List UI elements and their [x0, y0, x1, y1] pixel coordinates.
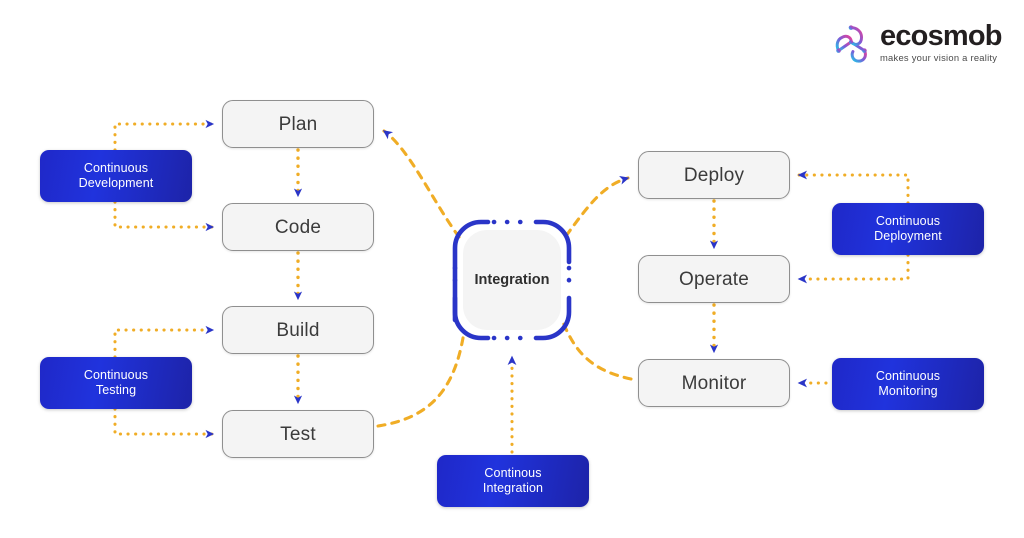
practice-label-continuous-testing: Continuous Testing	[83, 368, 149, 397]
connector-test-to-hub	[376, 330, 466, 428]
stage-label-code: Code	[274, 216, 322, 238]
connector-ctest-to-test	[113, 407, 215, 439]
practice-chip-continous-integration[interactable]: Continous Integration	[437, 455, 589, 507]
stage-label-monitor: Monitor	[681, 372, 747, 394]
brand-name: ecosmob	[880, 19, 1003, 52]
practice-chip-continuous-testing[interactable]: Continuous Testing	[40, 357, 192, 409]
brand-tagline: makes your vision a reality	[880, 51, 998, 63]
brand-logo-text: ecosmob makes your vision a reality	[880, 19, 1003, 64]
connector-cdev-to-code	[113, 200, 215, 232]
stage-label-plan: Plan	[278, 113, 318, 135]
practice-label-continuous-development: Continuous Development	[78, 161, 154, 190]
stage-box-deploy[interactable]: Deploy	[638, 151, 790, 199]
connector-cdeploy-to-deploy	[797, 170, 910, 205]
connector-hub-to-plan	[382, 129, 461, 239]
practice-label-continuous-deployment: Continuous Deployment	[874, 214, 942, 243]
connector-ctest-to-build	[113, 325, 215, 359]
integration-hub-label: Integration	[474, 272, 550, 288]
practice-chip-continuous-deployment[interactable]: Continuous Deployment	[832, 203, 984, 255]
practice-label-continuous-monitoring: Continuous Monitoring	[875, 369, 941, 398]
practice-label-continous-integration: Continous Integration	[482, 466, 544, 495]
connector-cdeploy-to-operate	[797, 253, 910, 284]
stage-box-build[interactable]: Build	[222, 306, 374, 354]
stage-label-test: Test	[280, 423, 316, 445]
connector-cdev-to-plan	[113, 119, 215, 152]
ecosmob-triskelion-logo-icon	[835, 25, 867, 63]
practice-chip-continuous-development[interactable]: Continuous Development	[40, 150, 192, 202]
stage-label-deploy: Deploy	[683, 164, 745, 186]
stage-label-operate: Operate	[678, 268, 750, 290]
devops-lifecycle-diagram: Plan Code Build Test Deploy Operate Moni…	[0, 0, 1024, 538]
stage-box-test[interactable]: Test	[222, 410, 374, 458]
stage-box-plan[interactable]: Plan	[222, 100, 374, 148]
stage-label-build: Build	[276, 319, 320, 341]
connector-monitor-to-hub	[561, 320, 633, 381]
stage-box-code[interactable]: Code	[222, 203, 374, 251]
integration-hub[interactable]: Integration	[452, 219, 572, 341]
brand-logo: ecosmob makes your vision a reality	[828, 16, 1006, 68]
stage-box-operate[interactable]: Operate	[638, 255, 790, 303]
stage-box-monitor[interactable]: Monitor	[638, 359, 790, 407]
connector-hub-to-deploy	[564, 176, 630, 238]
practice-chip-continuous-monitoring[interactable]: Continuous Monitoring	[832, 358, 984, 410]
